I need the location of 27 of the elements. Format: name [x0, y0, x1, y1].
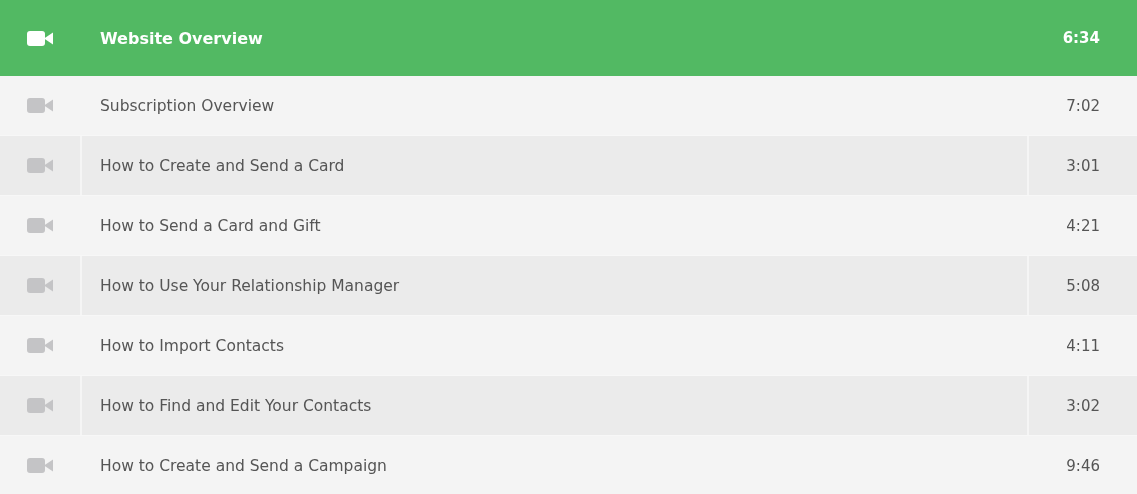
lesson-duration: 7:02: [1066, 96, 1100, 115]
lesson-row[interactable]: How to Create and Send a Card 3:01: [0, 136, 1137, 196]
video-camera-icon: [27, 278, 53, 293]
lesson-title: How to Use Your Relationship Manager: [99, 276, 400, 295]
lesson-row[interactable]: How to Find and Edit Your Contacts 3:02: [0, 376, 1137, 436]
lesson-title: How to Import Contacts: [99, 336, 284, 355]
lesson-title: How to Send a Card and Gift: [99, 216, 321, 235]
video-camera-icon: [27, 98, 53, 113]
lesson-duration: 4:11: [1066, 336, 1100, 355]
lesson-title: Website Overview: [99, 28, 263, 48]
lesson-title: Subscription Overview: [99, 96, 275, 115]
video-camera-icon: [27, 458, 53, 473]
video-camera-icon: [27, 338, 53, 353]
lesson-title: How to Create and Send a Card: [99, 156, 345, 175]
lesson-duration: 5:08: [1066, 276, 1100, 295]
lesson-title: How to Find and Edit Your Contacts: [99, 396, 372, 415]
lesson-duration: 9:46: [1066, 456, 1100, 475]
lesson-row[interactable]: How to Use Your Relationship Manager 5:08: [0, 256, 1137, 316]
video-camera-icon: [27, 218, 53, 233]
lesson-title: How to Create and Send a Campaign: [99, 456, 387, 475]
video-camera-icon: [27, 158, 53, 173]
video-camera-icon: [27, 398, 53, 413]
lesson-duration: 4:21: [1066, 216, 1100, 235]
lesson-duration: 6:34: [1062, 29, 1100, 47]
lesson-duration: 3:01: [1066, 156, 1100, 175]
video-camera-icon: [27, 30, 53, 46]
lesson-duration: 3:02: [1066, 396, 1100, 415]
